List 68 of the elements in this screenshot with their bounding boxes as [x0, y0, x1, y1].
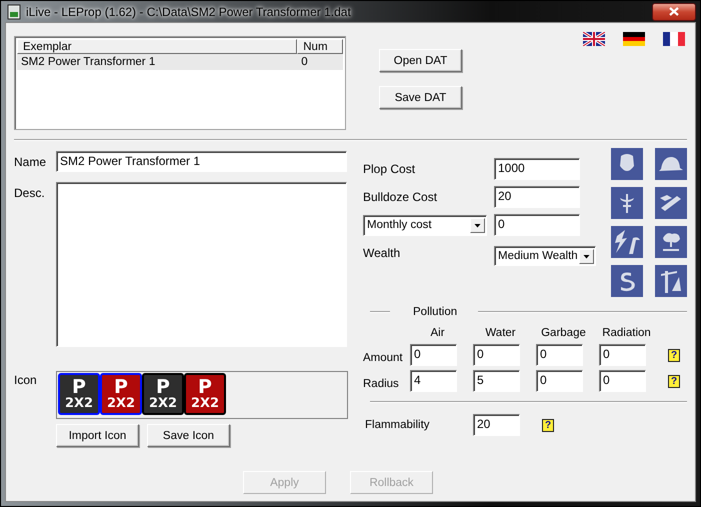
icon-tile[interactable]: P 2X2: [184, 373, 226, 415]
save-button[interactable]: Save DAT: [379, 86, 462, 109]
pollution-field[interactable]: 0: [536, 344, 583, 366]
pollution-field[interactable]: 4: [410, 370, 457, 392]
crane-icon[interactable]: [655, 265, 687, 297]
close-icon: [669, 7, 679, 16]
cost-field[interactable]: 0: [494, 214, 580, 236]
pollution-row-label: Amount: [363, 351, 404, 364]
cost-label: Bulldoze Cost: [363, 190, 438, 204]
icon-label: Icon: [14, 372, 38, 387]
uk-flag-icon[interactable]: [583, 32, 605, 46]
column-header[interactable]: Num: [297, 39, 343, 54]
tile-letter: P: [198, 378, 212, 397]
cost-label: Plop Cost: [363, 162, 416, 176]
open-button[interactable]: Open DAT: [379, 49, 462, 72]
flammability-label: Flammability: [364, 419, 431, 431]
save-button[interactable]: Save Icon: [147, 424, 230, 447]
tile-size: 2X2: [106, 397, 136, 410]
exemplar-list[interactable]: Exemplar Num SM2 Power Transformer 1 0: [14, 36, 346, 130]
description-label: Desc.: [14, 185, 46, 200]
tile-size: 2X2: [64, 397, 94, 410]
pollution-field[interactable]: 0: [536, 370, 583, 392]
german-flag-icon[interactable]: [623, 32, 645, 46]
pollution-row-label: Radius: [363, 377, 400, 390]
close-button[interactable]: [652, 2, 696, 20]
caduceus-icon[interactable]: [611, 187, 643, 219]
tile-letter: P: [156, 378, 170, 397]
lightning-icon[interactable]: [611, 226, 643, 258]
help-icon[interactable]: ?: [668, 348, 680, 362]
column-header: Radiation: [601, 327, 652, 339]
description-field[interactable]: [56, 182, 347, 347]
cost-field[interactable]: 20: [494, 186, 580, 208]
pollution-field[interactable]: 5: [473, 370, 520, 392]
wealth-dropdown[interactable]: Medium Wealth: [494, 246, 596, 266]
help-icon[interactable]: ?: [668, 374, 680, 388]
icon-tile[interactable]: P 2X2: [100, 373, 142, 415]
list-row[interactable]: SM2 Power Transformer 1 0: [17, 54, 343, 70]
list-cell-text: SM2 Power Transformer 1: [20, 55, 156, 70]
tile-letter: P: [114, 378, 128, 397]
icon-tile[interactable]: P 2X2: [142, 373, 184, 415]
cost-type-dropdown[interactable]: Monthly cost: [363, 214, 487, 236]
tile-size: 2X2: [190, 397, 220, 410]
column-header[interactable]: Exemplar: [17, 39, 298, 54]
app-icon: [7, 4, 21, 20]
cost-field[interactable]: 1000: [494, 158, 580, 180]
icon-tile[interactable]: P 2X2: [58, 373, 100, 415]
pollution-field[interactable]: 0: [599, 370, 646, 392]
wealth-label: Wealth: [363, 246, 402, 260]
help-icon[interactable]: ?: [542, 418, 554, 432]
helmet-icon[interactable]: [655, 148, 687, 180]
tree-icon[interactable]: [655, 226, 687, 258]
badge-icon[interactable]: [611, 148, 643, 180]
name-field[interactable]: SM2 Power Transformer 1: [56, 151, 347, 172]
french-flag-icon[interactable]: [663, 32, 685, 46]
pollution-heading: Pollution: [413, 306, 458, 318]
pollution-field[interactable]: 0: [410, 344, 457, 366]
import-button[interactable]: Import Icon: [56, 424, 139, 447]
tile-size: 2X2: [148, 397, 178, 410]
column-header: Garbage: [540, 327, 587, 339]
pollution-field[interactable]: 0: [473, 344, 520, 366]
list-cell-text: 0: [300, 55, 309, 70]
column-header: Water: [484, 327, 517, 339]
name-label: Name: [14, 154, 48, 168]
pollution-field[interactable]: 0: [599, 344, 646, 366]
flammability-field[interactable]: 20: [473, 414, 520, 436]
window-title: iLive - LEProp (1.62) - C:\Data\SM2 Power Transformer 1.dat: [26, 4, 351, 18]
column-header: Air: [429, 327, 446, 339]
tile-letter: P: [72, 378, 86, 397]
